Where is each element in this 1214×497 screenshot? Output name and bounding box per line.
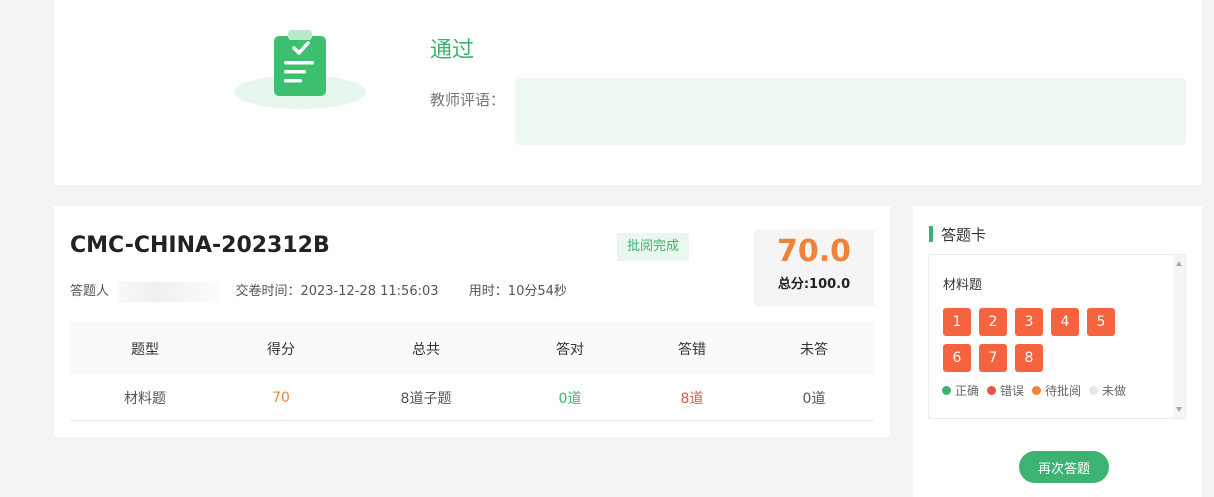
question-button-5[interactable]: 5 <box>1087 308 1115 336</box>
score-value: 70.0 <box>776 234 852 269</box>
question-button-7[interactable]: 7 <box>979 344 1007 372</box>
cell-wrong: 8道 <box>680 390 704 407</box>
table-row: 材料题 70 8道子题 0道 8道 0道 <box>70 375 874 421</box>
status-legend: 正确 错误 待批阅 未做 <box>942 382 1134 399</box>
result-status: 通过 <box>430 38 475 63</box>
question-button-3[interactable]: 3 <box>1015 308 1043 336</box>
total-score: 总分:100.0 <box>777 277 851 292</box>
legend-wrong: 错误 <box>987 382 1024 399</box>
answer-sheet-panel[interactable]: 材料题 1 2 3 4 5 6 7 8 正确 错误 待批阅 未做 <box>928 254 1186 419</box>
exam-info-row: 答题人 交卷时间：2023-12-28 11:56:03 用时：10分54秒 <box>70 280 567 302</box>
status-badge: 批阅完成 <box>617 233 689 261</box>
title-accent-bar <box>929 226 933 242</box>
table-header: 题型 得分 总共 答对 答错 未答 <box>70 322 874 375</box>
teacher-comment-box <box>515 78 1186 145</box>
cell-score: 70 <box>272 389 290 406</box>
header-wrong: 答错 <box>678 341 706 358</box>
taker-label: 答题人 <box>70 284 110 299</box>
legend-dot-correct <box>942 386 951 395</box>
header-type: 题型 <box>131 341 159 358</box>
question-button-2[interactable]: 2 <box>979 308 1007 336</box>
answer-sheet-card: 答题卡 材料题 1 2 3 4 5 6 7 8 正确 错误 待批阅 未做 再次答… <box>913 206 1202 497</box>
answer-sheet-title: 答题卡 <box>941 226 987 244</box>
exam-title: CMC-CHINA-202312B <box>70 233 330 258</box>
header-correct: 答对 <box>556 341 584 358</box>
submit-time: 交卷时间：2023-12-28 11:56:03 <box>235 284 439 299</box>
question-button-6[interactable]: 6 <box>943 344 971 372</box>
cell-type: 材料题 <box>124 390 166 407</box>
legend-dot-pending <box>1032 386 1042 395</box>
retry-button[interactable]: 再次答题 <box>1019 451 1109 483</box>
comment-label: 教师评语： <box>430 91 506 109</box>
legend-undone: 未做 <box>1089 382 1126 399</box>
score-box: 70.0 总分:100.0 <box>754 230 874 306</box>
exam-summary-card: CMC-CHINA-202312B 批阅完成 70.0 总分:100.0 答题人… <box>54 206 890 437</box>
question-grid: 1 2 3 4 5 6 7 8 <box>943 308 1133 380</box>
taker-name-redacted <box>117 281 222 302</box>
question-button-8[interactable]: 8 <box>1015 344 1043 372</box>
question-button-1[interactable]: 1 <box>943 308 971 336</box>
cell-unanswered: 0道 <box>802 390 826 407</box>
cell-correct: 0道 <box>558 390 582 407</box>
clipboard-check-icon <box>274 30 326 96</box>
legend-dot-undone <box>1089 386 1099 395</box>
scrollbar[interactable] <box>1173 255 1185 418</box>
section-name: 材料题 <box>943 278 983 293</box>
header-total: 总共 <box>412 341 440 358</box>
result-card: 通过 教师评语： <box>54 0 1202 185</box>
header-unanswered: 未答 <box>800 341 828 358</box>
question-button-4[interactable]: 4 <box>1051 308 1079 336</box>
legend-correct: 正确 <box>942 382 979 399</box>
duration: 用时：10分54秒 <box>468 284 567 299</box>
legend-pending: 待批阅 <box>1032 382 1081 399</box>
cell-total: 8道子题 <box>400 390 452 407</box>
scroll-up-arrow-icon[interactable] <box>1176 261 1182 266</box>
legend-dot-wrong <box>987 386 997 395</box>
scroll-down-arrow-icon[interactable] <box>1176 407 1182 412</box>
header-score: 得分 <box>267 341 295 358</box>
result-table: 题型 得分 总共 答对 答错 未答 材料题 70 8道子题 0道 8道 0道 <box>70 322 874 421</box>
